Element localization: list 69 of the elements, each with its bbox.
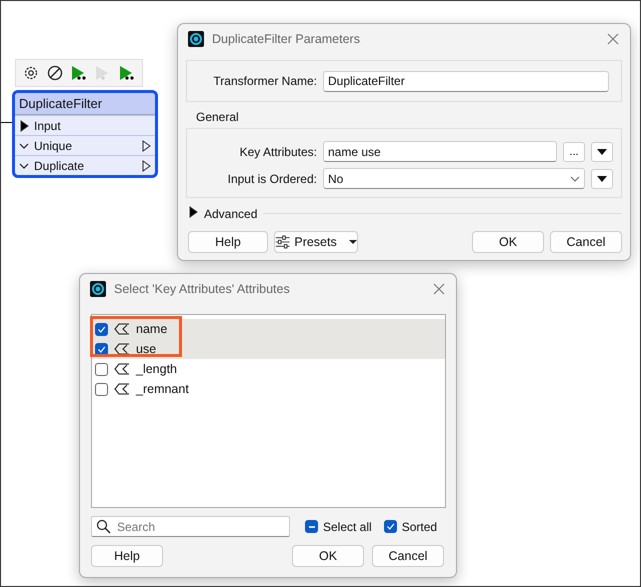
- run-icon: [118, 65, 136, 81]
- sliders-icon: [275, 235, 290, 249]
- browse-button[interactable]: ...: [563, 142, 585, 162]
- triangle-icon: [19, 120, 29, 132]
- input-field[interactable]: DuplicateFilter: [323, 70, 609, 92]
- attribute-item[interactable]: name: [92, 319, 445, 339]
- checkbox[interactable]: [95, 382, 108, 396]
- check-icon: [97, 324, 106, 334]
- triangle-icon: [141, 140, 151, 152]
- search-field[interactable]: Search: [91, 516, 290, 537]
- attribute-item[interactable]: use: [92, 339, 445, 359]
- app-logo-icon: [90, 281, 106, 297]
- close-icon[interactable]: [606, 32, 620, 46]
- menu-button[interactable]: [591, 168, 613, 188]
- chevron-icon: [570, 176, 580, 182]
- transformer-node[interactable]: DuplicateFilter Input Unique Duplicate: [12, 90, 158, 178]
- input-field[interactable]: name use: [323, 141, 557, 162]
- attribute-item[interactable]: _length: [92, 359, 445, 379]
- search-icon: [96, 519, 111, 534]
- checkbox[interactable]: [95, 362, 108, 376]
- caret-icon: [596, 148, 608, 156]
- attribute-name: _remnant: [136, 382, 189, 396]
- chevron-icon: [19, 142, 29, 150]
- checkbox-label: Select all: [323, 520, 372, 534]
- presets-button[interactable]: Presets: [274, 231, 358, 253]
- attribute-icon: [114, 383, 130, 395]
- node-title: DuplicateFilter: [15, 93, 155, 115]
- check-icon: [386, 522, 395, 531]
- triangle-icon: [188, 206, 198, 218]
- port-label: Unique: [34, 138, 74, 152]
- port-label: Input: [34, 118, 62, 132]
- menu-button[interactable]: [591, 142, 613, 162]
- field-label: Key Attributes:: [238, 144, 317, 158]
- checkbox-label: Sorted: [402, 520, 438, 534]
- field-label: Transformer Name:: [212, 74, 317, 88]
- section-toggle[interactable]: Advanced: [204, 206, 258, 220]
- ok-button[interactable]: OK: [472, 231, 544, 253]
- dialog-button[interactable]: Cancel: [372, 545, 444, 567]
- checkbox[interactable]: [384, 520, 397, 533]
- close-icon[interactable]: [432, 282, 446, 296]
- cancel-button[interactable]: Cancel: [550, 231, 622, 253]
- prohibited-icon: [47, 65, 63, 81]
- port-label: Duplicate: [34, 158, 86, 172]
- checkbox[interactable]: [95, 342, 108, 356]
- dialog-button[interactable]: OK: [292, 545, 364, 567]
- field-label: Input is Ordered:: [226, 172, 317, 186]
- attribute-icon: [114, 343, 130, 355]
- check-icon: [97, 344, 106, 354]
- chevron-icon: [19, 162, 29, 170]
- gear-icon: [23, 65, 39, 81]
- attribute-name: name: [136, 322, 168, 336]
- app-logo-icon: [188, 31, 204, 47]
- group-title: General: [196, 110, 240, 124]
- run-icon: [70, 65, 88, 81]
- dropdown-field[interactable]: No: [323, 168, 585, 189]
- checkbox[interactable]: [305, 520, 318, 533]
- dialog-button[interactable]: Help: [91, 545, 163, 567]
- attribute-icon: [114, 323, 130, 335]
- attribute-icon: [114, 363, 130, 375]
- attribute-name: _length: [136, 362, 178, 376]
- help-button[interactable]: Help: [188, 231, 268, 253]
- window-title: DuplicateFilter Parameters: [212, 32, 361, 46]
- caret-icon: [346, 238, 357, 246]
- caret-icon: [596, 174, 608, 182]
- attribute-item[interactable]: _remnant: [92, 379, 445, 399]
- window-title: Select 'Key Attributes' Attributes: [114, 282, 291, 296]
- checkbox[interactable]: [95, 322, 108, 336]
- attribute-name: use: [136, 342, 156, 356]
- triangle-icon: [141, 160, 151, 172]
